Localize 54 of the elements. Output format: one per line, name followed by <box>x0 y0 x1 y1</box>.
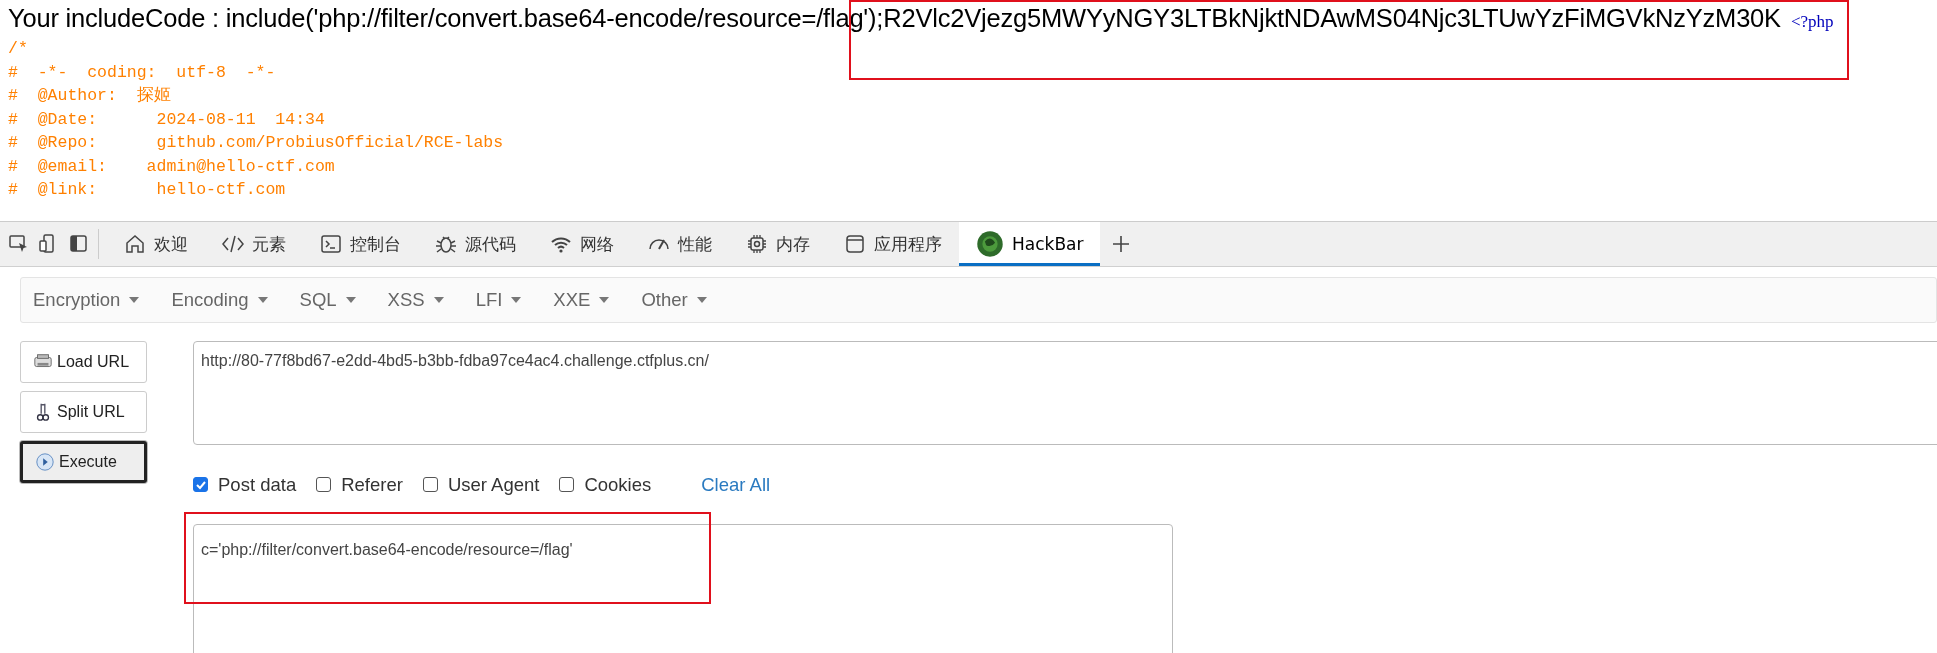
hackbar-logo-icon <box>976 230 1004 258</box>
source-comment-line: # @email: admin@hello-ctf.com <box>8 155 336 178</box>
source-comment-line: # @Date: 2024-08-11 14:34 <box>8 108 326 131</box>
menu-dropdown[interactable]: Encryption <box>31 289 142 311</box>
devtools-tab[interactable]: 欢迎 <box>107 222 205 266</box>
caret-icon <box>257 297 268 303</box>
chip-icon <box>746 233 768 255</box>
checkbox[interactable] <box>422 477 438 492</box>
hackbar-button[interactable]: Execute <box>20 441 147 483</box>
devtools-tab[interactable]: 内存 <box>729 222 827 266</box>
caret-icon <box>696 297 707 303</box>
checkbox[interactable] <box>559 477 575 492</box>
url-field[interactable]: http://80-77f8bd67-e2dd-4bd5-b3bb-fdba97ce4ac4.challenge.ctfplus.cn/ <box>193 341 1937 445</box>
devtools-tab[interactable]: 性能 <box>631 222 729 266</box>
menu-dropdown[interactable]: SQL <box>297 289 358 311</box>
source-comment-line: /* <box>8 38 29 60</box>
devtools-tab[interactable]: 源代码 <box>418 222 533 266</box>
window-icon <box>844 233 866 255</box>
home-icon <box>124 233 146 255</box>
php-open-tag: <?php <box>1790 12 1834 32</box>
devtools-tab[interactable]: HackBar <box>959 222 1101 266</box>
source-comment-line: # @link: hello-ctf.com <box>8 179 287 201</box>
play-icon <box>35 452 55 472</box>
devtools-tab[interactable]: 元素 <box>205 222 303 266</box>
menu-dropdown[interactable]: XXE <box>551 289 612 311</box>
caret-icon <box>345 297 356 303</box>
devtools-tab[interactable]: 控制台 <box>303 222 418 266</box>
caret-icon <box>129 297 140 303</box>
source-comment-line: # @Repo: github.com/ProbiusOfficial/RCE-labs <box>8 132 505 154</box>
source-comment-line: # @Author: 探姬 <box>8 85 172 107</box>
code-icon <box>222 233 244 255</box>
caret-icon <box>599 297 610 303</box>
caret-icon <box>433 297 444 303</box>
checkbox-label: Post data <box>218 473 297 496</box>
devtools-tab[interactable]: 应用程序 <box>827 222 959 266</box>
menu-dropdown[interactable]: XSS <box>385 289 446 311</box>
menu-dropdown[interactable]: LFI <box>473 289 524 311</box>
menu-dropdown[interactable]: Other <box>639 289 709 311</box>
checkbox[interactable] <box>316 477 332 492</box>
caret-icon <box>511 297 522 303</box>
source-comment-line: # -*- coding: utf-8 -*- <box>8 61 277 84</box>
checkbox-label: User Agent <box>447 473 540 496</box>
devtools-tab[interactable]: 网络 <box>533 222 631 266</box>
post-data-field[interactable]: c='php://filter/convert.base64-encode/resource=/flag' <box>193 524 1173 653</box>
hackbar-button[interactable]: Load URL <box>20 341 147 383</box>
menu-dropdown[interactable]: Encoding <box>169 289 270 311</box>
checkbox[interactable] <box>193 477 208 492</box>
checkbox-label: Referer <box>341 473 403 496</box>
checkbox-label: Cookies <box>584 473 652 496</box>
console-icon <box>320 233 342 255</box>
sidebar-icon[interactable] <box>68 233 90 255</box>
bug-icon <box>435 233 457 255</box>
hackbar-button[interactable]: Split URL <box>20 391 147 433</box>
clear-all-link[interactable]: Clear All <box>701 473 771 496</box>
